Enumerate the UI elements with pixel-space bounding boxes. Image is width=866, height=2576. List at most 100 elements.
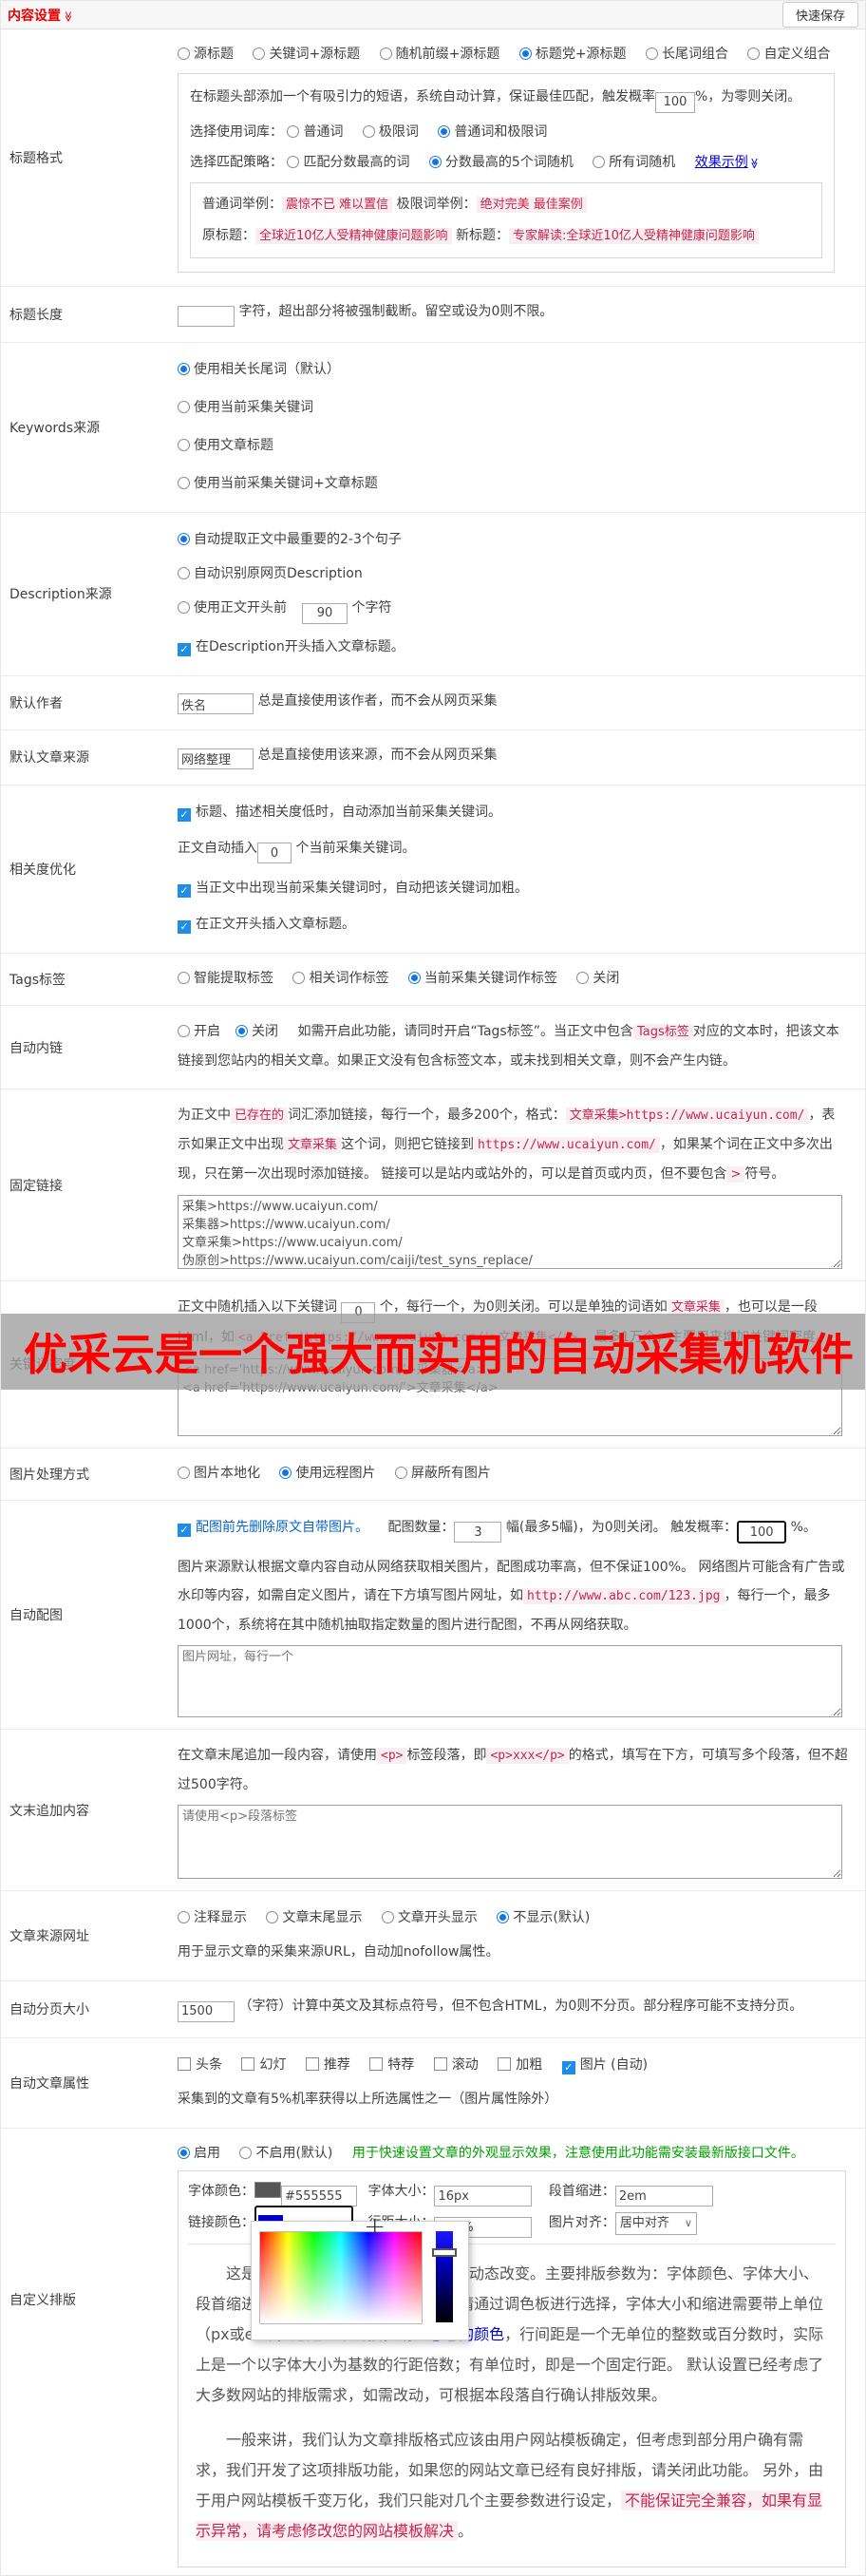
image-trigger-prob-input[interactable] xyxy=(737,1521,787,1544)
checkbox-recommend[interactable]: 推荐 xyxy=(305,2056,350,2073)
checkbox-headline[interactable]: 头条 xyxy=(178,2056,222,2073)
checkbox-bold[interactable]: 加粗 xyxy=(498,2056,542,2073)
radio-normal-words[interactable]: 普通词 xyxy=(287,124,343,140)
font-size-input[interactable] xyxy=(434,2186,533,2207)
radio-show-as-comment[interactable]: 注释显示 xyxy=(178,1910,247,1925)
radio-keyword-source-title[interactable]: 关键词+源标题 xyxy=(253,47,360,62)
radio-localize-images[interactable]: 图片本地化 xyxy=(178,1466,260,1481)
radio-show-at-head[interactable]: 文章开头显示 xyxy=(381,1910,478,1925)
radio-show-at-end[interactable]: 文章末尾显示 xyxy=(266,1910,362,1925)
radio-hide-default[interactable]: 不显示(默认) xyxy=(497,1910,590,1925)
radio-clickbait-source-title[interactable]: 标题党+源标题 xyxy=(518,47,627,62)
radio-article-title[interactable]: 使用文章标题 xyxy=(178,438,273,453)
radio-related-longtail[interactable]: 使用相关长尾词（默认） xyxy=(178,362,340,377)
radio-custom-combo[interactable]: 自定义组合 xyxy=(747,47,830,62)
radio-use-body-head[interactable]: 使用正文开头前 xyxy=(178,600,287,616)
image-align-select[interactable]: 居中对齐 ∨ xyxy=(614,2211,697,2235)
picker-gradient-area[interactable] xyxy=(259,2230,423,2324)
radio-icon xyxy=(178,533,190,545)
default-author-input[interactable] xyxy=(178,693,254,714)
example-original-title: 全球近10亿人受精神健康问题影响 xyxy=(255,227,452,244)
row-tags: Tags标签 智能提取标签 相关词作标签 当前采集关键词作标签 关闭 xyxy=(1,954,865,1006)
radio-autolink-on[interactable]: 开启 xyxy=(178,1024,220,1039)
radio-keywords-plus-title[interactable]: 使用当前采集关键词+文章标题 xyxy=(178,476,378,491)
checkbox-scroll[interactable]: 滚动 xyxy=(433,2056,479,2073)
radio-tags-off[interactable]: 关闭 xyxy=(576,971,619,986)
radio-icon xyxy=(747,47,761,60)
radio-longtail-combo[interactable]: 长尾词组合 xyxy=(646,47,728,62)
radio-related-words-tags[interactable]: 相关词作标签 xyxy=(292,971,388,986)
row-label-title-format: 标题格式 xyxy=(9,150,63,166)
fixed-links-textarea[interactable]: 采集>https://www.ucaiyun.com/ 采集器>https://… xyxy=(178,1195,842,1269)
radio-remote-images[interactable]: 使用远程图片 xyxy=(279,1466,375,1481)
body-head-chars-input[interactable] xyxy=(302,602,348,624)
row-auto-internal-link: 自动内链 开启 关闭 如需开启此功能，请同时开启“Tags标签”。当正文中包含 Ta… xyxy=(1,1006,865,1089)
quick-save-button[interactable]: 快速保存 xyxy=(781,2,858,28)
radio-prefix-source-title[interactable]: 随机前缀+源标题 xyxy=(379,47,499,62)
radio-extreme-words[interactable]: 极限词 xyxy=(362,124,419,140)
radio-icon xyxy=(287,124,300,138)
checkbox-icon xyxy=(369,2056,384,2071)
radio-normal-and-extreme[interactable]: 普通词和极限词 xyxy=(438,124,547,140)
radio-highest-score[interactable]: 匹配分数最高的词 xyxy=(287,155,409,170)
indent-input[interactable] xyxy=(614,2186,713,2207)
checkbox-insert-title-at-head[interactable]: 在正文开头插入文章标题。 xyxy=(178,917,355,934)
radio-top5-random[interactable]: 分数最高的5个词随机 xyxy=(428,155,574,170)
checkbox-insert-title-in-description[interactable]: 在Description开头插入文章标题。 xyxy=(178,639,405,656)
page-title[interactable]: 内容设置≫ xyxy=(8,6,74,25)
row-description-source: Description来源 自动提取正文中最重要的2-3个句子 自动识别原网页D… xyxy=(1,513,865,676)
checkbox-icon xyxy=(305,2056,319,2071)
radio-icon xyxy=(287,155,300,168)
font-color-swatch[interactable] xyxy=(254,2181,281,2198)
checkbox-delete-original-images[interactable]: 配图前先删除原文自带图片。 xyxy=(178,1520,368,1537)
picker-hue-bar[interactable] xyxy=(436,2230,453,2322)
picker-crosshair[interactable]: + xyxy=(364,2210,386,2242)
checkbox-featured[interactable]: 特荐 xyxy=(369,2056,414,2073)
checkbox-bold-keywords[interactable]: 当正文中出现当前采集关键词时，自动把该关键词加粗。 xyxy=(178,881,528,898)
checkbox-image-auto[interactable]: 图片 (自动) xyxy=(561,2057,648,2074)
source-url-note: 用于显示文章的采集来源URL，自动加nofollow属性。 xyxy=(178,1944,499,1960)
row-label-title-length: 标题长度 xyxy=(9,307,63,323)
radio-typeset-disable[interactable]: 不启用(默认) xyxy=(239,2146,332,2161)
row-label-keywords-source: Keywords来源 xyxy=(9,421,101,436)
image-count-input[interactable] xyxy=(454,1522,502,1543)
radio-icon xyxy=(497,1911,510,1923)
effect-demo-link[interactable]: 效果示例 xyxy=(695,155,748,170)
title-length-note: 字符，超出部分将被强制截断。留空或设为0则不限。 xyxy=(238,303,554,319)
default-source-input[interactable] xyxy=(178,748,254,769)
lexicon-radio-group: 选择使用词库： 普通词 极限词 普通词和极限词 xyxy=(190,123,548,140)
pagination-size-input[interactable] xyxy=(178,2000,235,2022)
checkbox-icon xyxy=(433,2056,447,2071)
row-keyword-density: 关键词密度 正文中随机插入以下关键词 个，每行一个，为0则关闭。可以是单独的词语… xyxy=(1,1281,865,1449)
radio-source-title[interactable]: 源标题 xyxy=(178,47,234,62)
strategy-radio-group: 选择匹配策略： 匹配分数最高的词 分数最高的5个词随机 所有词随机 效果示例≫ xyxy=(190,151,822,175)
source-url-radio-group: 注释显示 文章末尾显示 文章开头显示 不显示(默认) xyxy=(178,1906,854,1929)
checkbox-slideshow[interactable]: 幻灯 xyxy=(241,2056,286,2073)
radio-icon xyxy=(379,47,392,60)
example-normal-words: 震惊不已 难以置信 xyxy=(282,196,393,213)
example-extreme-words: 绝对完美 最佳案例 xyxy=(476,196,587,213)
radio-icon xyxy=(178,47,190,60)
keywords-source-radio-group: 使用相关长尾词（默认） 使用当前采集关键词 使用文章标题 使用当前采集关键词+文… xyxy=(178,343,865,512)
title-trigger-prob-input[interactable] xyxy=(655,91,695,113)
row-fixed-links: 固定链接 为正文中 已存在的 词汇添加链接，每行一个，最多200个，格式： 文章采集>… xyxy=(1,1089,865,1281)
radio-detect-page-description[interactable]: 自动识别原网页Description xyxy=(178,566,363,581)
radio-autolink-off[interactable]: 关闭 xyxy=(235,1024,278,1039)
font-color-input[interactable] xyxy=(281,2186,357,2207)
radio-typeset-enable[interactable]: 启用 xyxy=(178,2146,220,2161)
radio-icon xyxy=(178,1466,190,1479)
row-title-length: 标题长度 字符，超出部分将被强制截断。留空或设为0则不限。 xyxy=(1,287,865,343)
radio-smart-extract-tags[interactable]: 智能提取标签 xyxy=(178,971,273,986)
radio-all-random[interactable]: 所有词随机 xyxy=(593,155,675,170)
checkbox-add-keywords-low-relevance[interactable]: 标题、描述相关度低时，自动添加当前采集关键词。 xyxy=(178,805,501,822)
radio-auto-extract-sentences[interactable]: 自动提取正文中最重要的2-3个句子 xyxy=(178,532,402,547)
append-content-textarea[interactable] xyxy=(178,1805,842,1879)
radio-current-keywords[interactable]: 使用当前采集关键词 xyxy=(178,400,313,415)
image-urls-textarea[interactable] xyxy=(178,1645,842,1717)
title-length-input[interactable] xyxy=(178,306,235,327)
radio-current-keywords-tags[interactable]: 当前采集关键词作标签 xyxy=(407,971,557,986)
radio-block-images[interactable]: 屏蔽所有图片 xyxy=(394,1466,491,1481)
insert-keywords-count-input[interactable] xyxy=(257,843,292,863)
word-example-highlight: 文章采集 xyxy=(284,1137,342,1153)
picker-hue-handle[interactable] xyxy=(432,2247,457,2257)
